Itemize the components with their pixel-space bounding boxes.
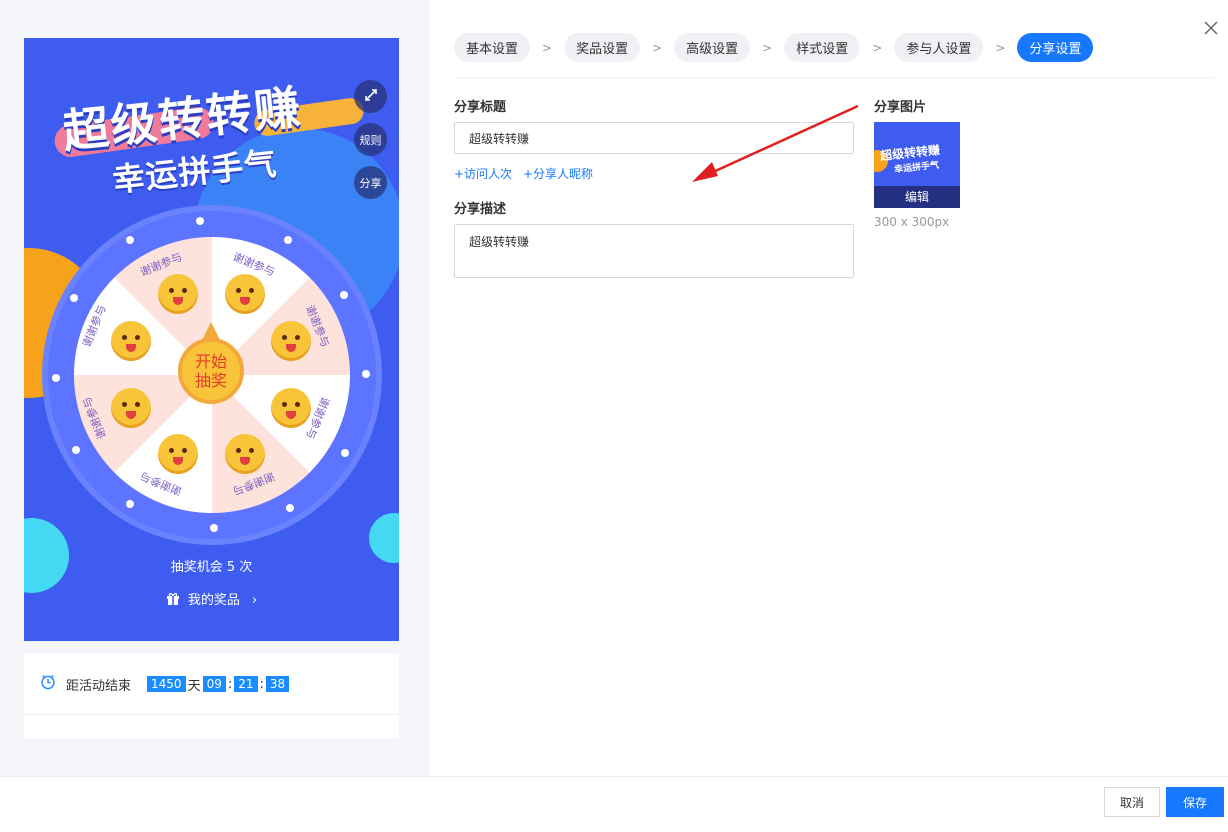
wheel-light — [340, 291, 348, 299]
wheel-light — [52, 374, 60, 382]
start-draw-button[interactable]: 开始 抽奖 — [178, 338, 244, 404]
emoji-face — [111, 321, 151, 361]
draw-chances: 抽奖机会 5 次 — [170, 560, 253, 575]
step-separator: > — [762, 40, 773, 55]
wheel-light — [70, 294, 78, 302]
share-button[interactable]: 分享 — [354, 166, 387, 199]
close-icon — [1204, 16, 1218, 40]
wheel-light — [362, 370, 370, 378]
wheel-light — [284, 236, 292, 244]
wheel-light — [126, 500, 134, 508]
emoji-face — [158, 274, 198, 314]
emoji-face — [158, 434, 198, 474]
my-prize-label: 我的奖品 — [187, 593, 240, 608]
time-separator: : — [259, 676, 264, 692]
expand-icon — [363, 87, 379, 106]
emoji-face — [271, 388, 311, 428]
emoji-face — [111, 388, 151, 428]
step-basic[interactable]: 基本设置 — [454, 33, 531, 62]
countdown-days: 1450 — [147, 676, 186, 692]
share-image-thumbnail[interactable]: 超级转转赚 幸运拼手气 编辑 — [874, 122, 960, 208]
insert-visit-count-link[interactable]: +访问人次 — [454, 165, 512, 182]
step-separator: > — [542, 40, 553, 55]
save-button[interactable]: 保存 — [1166, 787, 1224, 817]
activity-info-card: 距活动结束 1450 天 09 : 21 : 38 — [24, 654, 399, 738]
time-separator: : — [227, 676, 233, 692]
days-unit: 天 — [187, 678, 201, 694]
step-prize[interactable]: 奖品设置 — [564, 33, 641, 62]
share-title-label: 分享标题 — [454, 100, 507, 115]
insert-sharer-nickname-link[interactable]: +分享人昵称 — [523, 165, 593, 182]
clock-icon — [40, 674, 56, 694]
emoji-face — [225, 434, 265, 474]
step-share[interactable]: 分享设置 — [1017, 33, 1094, 62]
close-button[interactable] — [1204, 16, 1218, 40]
step-separator: > — [995, 40, 1006, 55]
step-advanced[interactable]: 高级设置 — [674, 33, 751, 62]
chevron-right-icon: › — [252, 593, 258, 608]
preview-panel: 超级转转赚 幸运拼手气 规则 分享 谢谢参与 谢谢参与 谢谢参与 谢谢参与 谢谢… — [0, 0, 430, 776]
share-desc-textarea[interactable]: 超级转转赚 — [454, 224, 854, 278]
start-label-line1: 开始 — [194, 352, 227, 371]
start-label-line2: 抽奖 — [194, 371, 227, 390]
image-size-hint: 300 x 300px — [874, 215, 950, 229]
step-separator: > — [872, 40, 883, 55]
step-nav: 基本设置 > 奖品设置 > 高级设置 > 样式设置 > 参与人设置 > 分享设置 — [454, 33, 1094, 62]
wheel-light — [72, 446, 80, 454]
cancel-button[interactable]: 取消 — [1104, 787, 1160, 817]
step-participant[interactable]: 参与人设置 — [894, 33, 984, 62]
my-prize-link[interactable]: 我的奖品 › — [24, 589, 399, 610]
edit-image-button[interactable]: 编辑 — [874, 186, 960, 208]
countdown-label: 距活动结束 — [66, 678, 132, 694]
countdown-minutes: 21 — [234, 676, 258, 692]
step-style[interactable]: 样式设置 — [784, 33, 861, 62]
header-divider — [454, 77, 1214, 78]
emoji-face — [225, 274, 265, 314]
wheel-light — [210, 524, 218, 532]
wheel-light — [196, 217, 204, 225]
countdown: 距活动结束 1450 天 09 : 21 : 38 — [40, 674, 291, 694]
wheel-light — [341, 449, 349, 457]
footer-bar — [0, 776, 1228, 832]
share-desc-label: 分享描述 — [454, 202, 507, 217]
gift-icon — [166, 592, 180, 610]
emoji-face — [271, 321, 311, 361]
divider — [24, 714, 399, 715]
step-separator: > — [652, 40, 663, 55]
wheel-light — [126, 236, 134, 244]
countdown-seconds: 38 — [265, 676, 290, 692]
rules-button[interactable]: 规则 — [354, 123, 387, 156]
countdown-hours: 09 — [202, 676, 226, 692]
annotation-arrow — [692, 104, 859, 182]
phone-preview: 超级转转赚 幸运拼手气 规则 分享 谢谢参与 谢谢参与 谢谢参与 谢谢参与 谢谢… — [24, 38, 399, 641]
share-image-label: 分享图片 — [874, 100, 927, 115]
expand-button[interactable] — [354, 80, 387, 113]
wheel-light — [286, 504, 294, 512]
